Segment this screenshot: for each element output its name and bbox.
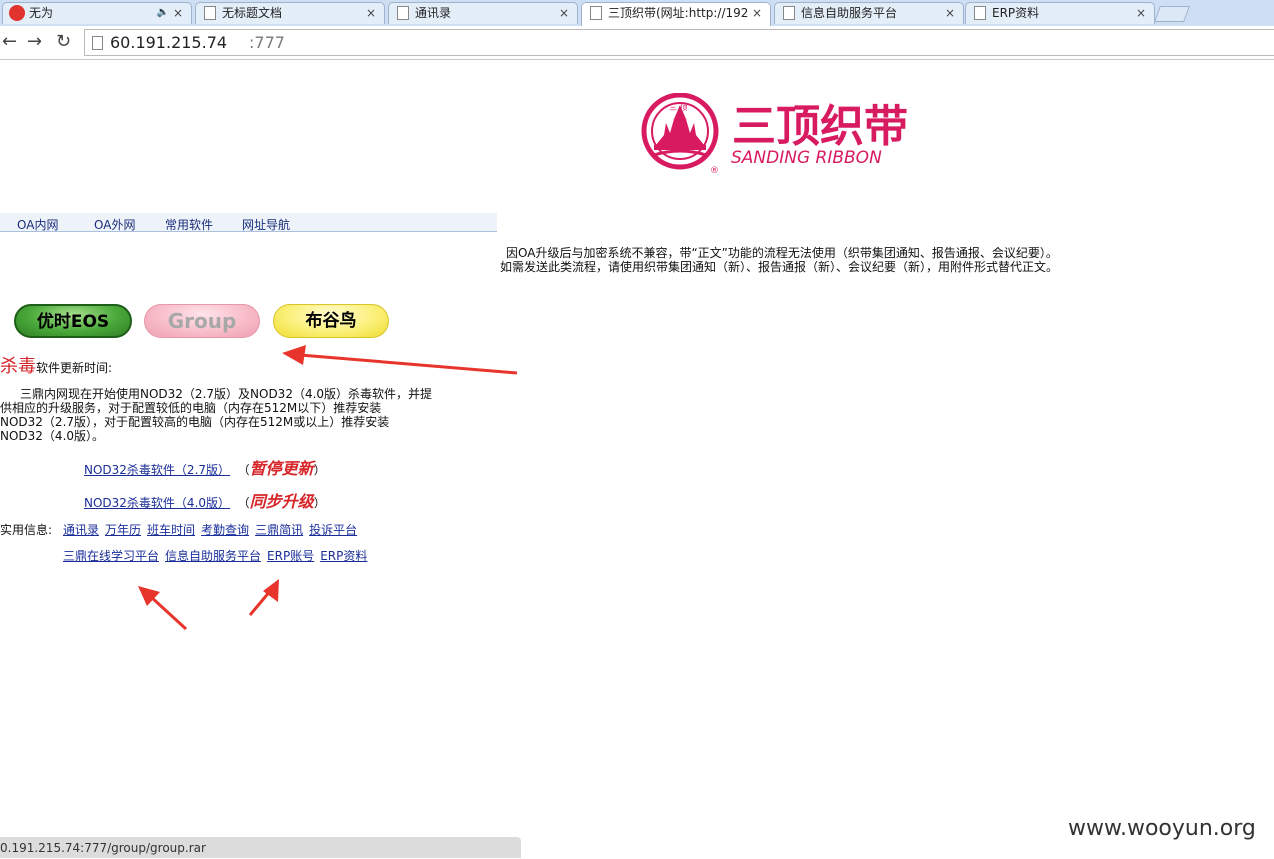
tab-title: 通讯录 bbox=[415, 6, 452, 20]
download-row: NOD32杀毒软件（4.0版） （同步升级） bbox=[84, 492, 326, 511]
speaker-icon: 🔈 bbox=[156, 7, 169, 18]
link-complaints[interactable]: 投诉平台 bbox=[309, 523, 357, 537]
close-icon[interactable]: × bbox=[559, 3, 569, 23]
tab-title: 信息自助服务平台 bbox=[801, 6, 898, 20]
tab-title: ERP资料 bbox=[992, 6, 1040, 20]
top-nav: OA内网 OA外网 常用软件 网址导航 bbox=[0, 213, 497, 232]
close-icon[interactable]: × bbox=[366, 3, 376, 23]
eos-button[interactable]: 优时EOS bbox=[14, 304, 132, 338]
address-bar[interactable]: 60.191.215.74 :777 bbox=[84, 29, 1274, 56]
arrow-icon bbox=[138, 586, 188, 631]
desc-line: 三鼎内网现在开始使用NOD32（2.7版）及NOD32（4.0版）杀毒软件，并提 bbox=[20, 387, 433, 401]
status-bar: 0.191.215.74:777/group/group.rar bbox=[0, 837, 521, 858]
page-icon bbox=[92, 36, 103, 50]
nav-common-software[interactable]: 常用软件 bbox=[165, 216, 213, 233]
link-self-service[interactable]: 信息自助服务平台 bbox=[165, 549, 261, 563]
back-button[interactable]: ← bbox=[2, 32, 17, 52]
antivirus-description: 三鼎内网现在开始使用NOD32（2.7版）及NOD32（4.0版）杀毒软件，并提… bbox=[0, 387, 432, 443]
page-icon bbox=[974, 6, 986, 20]
close-icon[interactable]: × bbox=[1136, 3, 1146, 23]
tab-selfservice[interactable]: 信息自助服务平台 × bbox=[774, 2, 964, 24]
nav-url-guide[interactable]: 网址导航 bbox=[242, 216, 290, 233]
tab-title: 无标题文档 bbox=[222, 6, 283, 20]
tab-sanding[interactable]: 三顶织带(网址:http://192 × bbox=[581, 2, 771, 26]
antivirus-heading-red: 杀毒 bbox=[0, 356, 36, 377]
url-host: 60.191.215.74 bbox=[110, 33, 228, 52]
close-icon[interactable]: × bbox=[945, 3, 955, 23]
logo-cn: 三顶织带 bbox=[732, 101, 908, 152]
link-news[interactable]: 三鼎简讯 bbox=[255, 523, 303, 537]
link-bus-schedule[interactable]: 班车时间 bbox=[147, 523, 195, 537]
link-contacts[interactable]: 通讯录 bbox=[63, 523, 99, 537]
arrow-icon bbox=[282, 345, 518, 375]
link-calendar[interactable]: 万年历 bbox=[105, 523, 141, 537]
tab-erp[interactable]: ERP资料 × bbox=[965, 2, 1155, 24]
download-row: NOD32杀毒软件（2.7版） （暂停更新） bbox=[84, 459, 326, 478]
logo-en: SANDING RIBBON bbox=[731, 148, 882, 168]
oa-notice: 因OA升级后与加密系统不兼容，带“正文”功能的流程无法使用（织带集团通知、报告通… bbox=[500, 246, 1100, 274]
toolbar: ← → ↻ 60.191.215.74 :777 bbox=[0, 26, 1274, 60]
info-label: 实用信息: bbox=[0, 523, 53, 537]
registered-mark: ® bbox=[710, 166, 719, 175]
nav-oa-intranet[interactable]: OA内网 bbox=[17, 216, 58, 233]
tab-strip: 无为 🔈 × 无标题文档 × 通讯录 × 三顶织带(网址:http://192 … bbox=[0, 0, 1274, 26]
desc-line: NOD32（4.0版）。 bbox=[0, 429, 105, 443]
tab-title: 无为 bbox=[29, 6, 54, 20]
page-icon bbox=[783, 6, 795, 20]
info-links-row1: 通讯录 万年历 班车时间 考勤查询 三鼎简讯 投诉平台 bbox=[63, 521, 363, 538]
link-erp-docs[interactable]: ERP资料 bbox=[320, 549, 367, 563]
desc-line: NOD32（2.7版），对于配置较高的电脑（内存在512M或以上）推荐安装 bbox=[0, 415, 390, 429]
desc-line: 供相应的升级服务，对于配置较低的电脑（内存在512M以下）推荐安装 bbox=[0, 401, 382, 415]
url-port: :777 bbox=[249, 33, 285, 52]
download-status: 同步升级 bbox=[249, 492, 314, 511]
page-icon bbox=[397, 6, 409, 20]
tab-contacts[interactable]: 通讯录 × bbox=[388, 2, 578, 24]
link-erp-account[interactable]: ERP账号 bbox=[267, 549, 314, 563]
link-attendance[interactable]: 考勤查询 bbox=[201, 523, 249, 537]
page-icon bbox=[590, 6, 602, 20]
watermark: www.wooyun.org bbox=[1068, 816, 1256, 841]
antivirus-heading: 杀毒软件更新时间: bbox=[0, 352, 112, 378]
close-icon[interactable]: × bbox=[752, 3, 762, 23]
notice-line: 如需发送此类流程，请使用织带集团通知（新）、报告通报（新）、会议纪要（新），用附… bbox=[500, 260, 1059, 274]
close-icon[interactable]: × bbox=[173, 3, 183, 23]
weibo-icon bbox=[9, 5, 25, 21]
bugu-button[interactable]: 布谷鸟 bbox=[273, 304, 389, 338]
download-status: 暂停更新 bbox=[249, 459, 314, 478]
tab-title: 三顶织带(网址:http://192 bbox=[608, 6, 748, 20]
link-learning-platform[interactable]: 三鼎在线学习平台 bbox=[63, 549, 159, 563]
reload-button[interactable]: ↻ bbox=[56, 32, 71, 52]
nod32-40-link[interactable]: NOD32杀毒软件（4.0版） bbox=[84, 496, 230, 510]
status-url: 0.191.215.74:777/group/group.rar bbox=[0, 841, 206, 855]
nav-oa-extranet[interactable]: OA外网 bbox=[94, 216, 135, 233]
new-tab-button[interactable] bbox=[1154, 6, 1190, 22]
company-logo: 三 顶 ® 三顶织带 SANDING RIBBON bbox=[640, 93, 940, 175]
page-icon bbox=[204, 6, 216, 20]
notice-line: 因OA升级后与加密系统不兼容，带“正文”功能的流程无法使用（织带集团通知、报告通… bbox=[506, 246, 1058, 260]
info-links-row2: 三鼎在线学习平台 信息自助服务平台 ERP账号 ERP资料 bbox=[63, 547, 373, 564]
forward-button[interactable]: → bbox=[27, 32, 42, 52]
group-button[interactable]: Group bbox=[144, 304, 260, 338]
tab-untitled[interactable]: 无标题文档 × bbox=[195, 2, 385, 24]
tab-wuwei[interactable]: 无为 🔈 × bbox=[2, 2, 192, 24]
arrow-icon bbox=[248, 579, 279, 616]
nod32-27-link[interactable]: NOD32杀毒软件（2.7版） bbox=[84, 463, 230, 477]
antivirus-heading-rest: 软件更新时间: bbox=[36, 361, 113, 375]
